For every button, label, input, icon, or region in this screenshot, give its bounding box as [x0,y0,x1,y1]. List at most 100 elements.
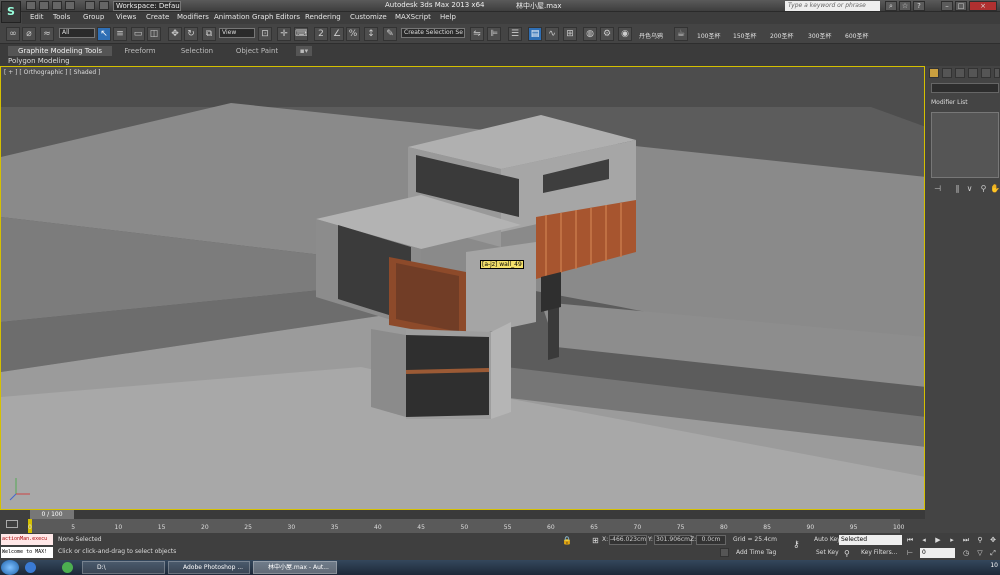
key-filters-button[interactable]: Key Filters... [861,549,898,556]
menu-tools[interactable]: Tools [53,13,70,21]
zoom-icon[interactable]: ⚲ [976,536,984,544]
snaps-toggle-icon[interactable]: 2 [314,27,328,41]
maximize-icon[interactable]: □ [955,1,967,11]
time-slider-handle[interactable]: 0 / 100 [30,510,74,519]
menu-modifiers[interactable]: Modifiers [177,13,209,21]
angle-snap-icon[interactable]: ∠ [330,27,344,41]
key-mode-toggle-icon[interactable]: ⊢ [906,549,914,557]
render-setup-icon[interactable]: ⚙ [600,27,614,41]
save-file-icon[interactable] [52,1,62,10]
script-button-2[interactable]: 100圣杯 [697,31,720,40]
ribbon-options-icon[interactable]: ▪▾ [296,46,312,56]
mini-curve-editor-icon[interactable] [6,520,18,528]
auto-key-button[interactable]: Auto Key [814,536,841,543]
tab-selection[interactable]: Selection [178,46,216,56]
select-object-icon[interactable]: ↖ [97,27,111,41]
spinner-snap-icon[interactable]: ↕ [364,27,378,41]
menu-group[interactable]: Group [83,13,104,21]
menu-graph-editors[interactable]: Graph Editors [252,13,300,21]
redo-icon[interactable] [85,1,95,10]
configure-modifier-sets-icon[interactable]: ✋ [990,184,1000,193]
script-button-3[interactable]: 150圣杯 [733,31,756,40]
minimize-icon[interactable]: – [941,1,953,11]
window-crossing-icon[interactable]: ◫ [147,27,161,41]
keyboard-shortcut-override-icon[interactable]: ⌨ [294,27,308,41]
menu-help[interactable]: Help [440,13,456,21]
select-manipulate-icon[interactable]: ✛ [277,27,291,41]
ie-icon[interactable] [25,562,36,573]
time-configuration-icon[interactable]: ◷ [962,549,970,557]
move-icon[interactable]: ✥ [168,27,182,41]
menu-edit[interactable]: Edit [30,13,44,21]
x-coordinate-field[interactable]: -466.023cm [609,535,647,545]
create-tab-icon[interactable] [929,68,939,78]
named-selection-set-dropdown[interactable]: Create Selection Se [401,28,465,38]
time-tag-icon[interactable] [720,548,729,557]
menu-views[interactable]: Views [116,13,136,21]
close-icon[interactable]: × [969,1,997,11]
percent-snap-icon[interactable]: % [346,27,360,41]
motion-tab-icon[interactable] [968,68,978,78]
time-slider[interactable]: 0 / 100 [30,510,925,519]
go-to-start-icon[interactable]: ⏮ [906,536,914,544]
script-button-1[interactable]: 丹色乌鸦 [639,31,663,40]
tab-object-paint[interactable]: Object Paint [234,46,280,56]
select-by-name-icon[interactable]: ≡ [113,27,127,41]
ribbon-panel-polygon-modeling[interactable]: Polygon Modeling [8,57,70,65]
key-mode-dropdown[interactable]: Selected [839,535,902,545]
script-button-5[interactable]: 300圣杯 [808,31,831,40]
display-tab-icon[interactable] [981,68,991,78]
perspective-viewport[interactable]: [ + ] [ Orthographic ] [ Shaded ] [a-jz]… [0,66,925,510]
z-coordinate-field[interactable]: 0.0cm [696,535,726,545]
maximize-viewport-icon[interactable]: ⤢ [989,549,997,557]
render-frame-icon[interactable]: ◉ [618,27,632,41]
rectangular-selection-icon[interactable]: ▭ [131,27,145,41]
track-bar-toggle[interactable] [0,510,30,533]
media-player-icon[interactable] [62,562,73,573]
set-key-icon[interactable]: ⚷ [793,540,800,550]
remove-modifier-icon[interactable]: ⚲ [979,184,988,193]
tab-freeform[interactable]: Freeform [120,46,160,56]
key-filter-icon[interactable]: ⚲ [844,549,850,558]
help-search-input[interactable]: Type a keyword or phrase [785,1,880,11]
y-coordinate-field[interactable]: 301.906cm [654,535,692,545]
play-icon[interactable]: ▶ [934,536,942,544]
menu-create[interactable]: Create [146,13,169,21]
selection-filter-dropdown[interactable]: All [59,28,95,38]
modify-tab-icon[interactable] [942,68,952,78]
scale-icon[interactable]: ⧉ [202,27,216,41]
modifier-list-dropdown[interactable]: Modifier List [931,99,968,106]
script-button-4[interactable]: 200圣杯 [770,31,793,40]
maxscript-mini-listener[interactable]: Welcome to MAX! [1,547,53,558]
curve-editor-icon[interactable]: ∿ [545,27,559,41]
menu-maxscript[interactable]: MAXScript [395,13,431,21]
pivot-center-icon[interactable]: ⊡ [258,27,272,41]
application-logo-button[interactable]: S [1,1,21,23]
start-button[interactable] [1,560,19,575]
current-frame-field[interactable]: 0 [920,548,955,558]
pan-icon[interactable]: ✥ [989,536,997,544]
maxscript-listener-line[interactable]: actionMan.execu [1,534,53,545]
make-unique-icon[interactable]: ∨ [965,184,974,193]
open-file-icon[interactable] [39,1,49,10]
viewport-label[interactable]: [ + ] [ Orthographic ] [ Shaded ] [4,69,100,76]
system-tray-clock[interactable]: 10 [918,562,998,573]
align-icon[interactable]: ⊫ [487,27,501,41]
rotate-icon[interactable]: ↻ [184,27,198,41]
modifier-stack[interactable] [931,112,999,178]
edit-named-selection-icon[interactable]: ✎ [383,27,397,41]
communication-center-icon[interactable]: ☆ [899,1,911,11]
workspace-dropdown[interactable]: Workspace: Default [113,1,181,11]
menu-customize[interactable]: Customize [350,13,387,21]
graphite-ribbon-icon[interactable]: ▤ [528,27,542,41]
link-icon[interactable]: ∞ [6,27,20,41]
next-frame-icon[interactable]: ▸ [948,536,956,544]
taskbar-item-3dsmax[interactable]: 林中小屋.max - Aut... [253,561,337,574]
undo-icon[interactable] [65,1,75,10]
utilities-tab-icon[interactable] [994,68,1000,78]
material-editor-icon[interactable]: ◍ [583,27,597,41]
menu-rendering[interactable]: Rendering [305,13,341,21]
teapot-icon[interactable]: ☕ [674,27,688,41]
script-button-6[interactable]: 600圣杯 [845,31,868,40]
unlink-icon[interactable]: ⌀ [22,27,36,41]
